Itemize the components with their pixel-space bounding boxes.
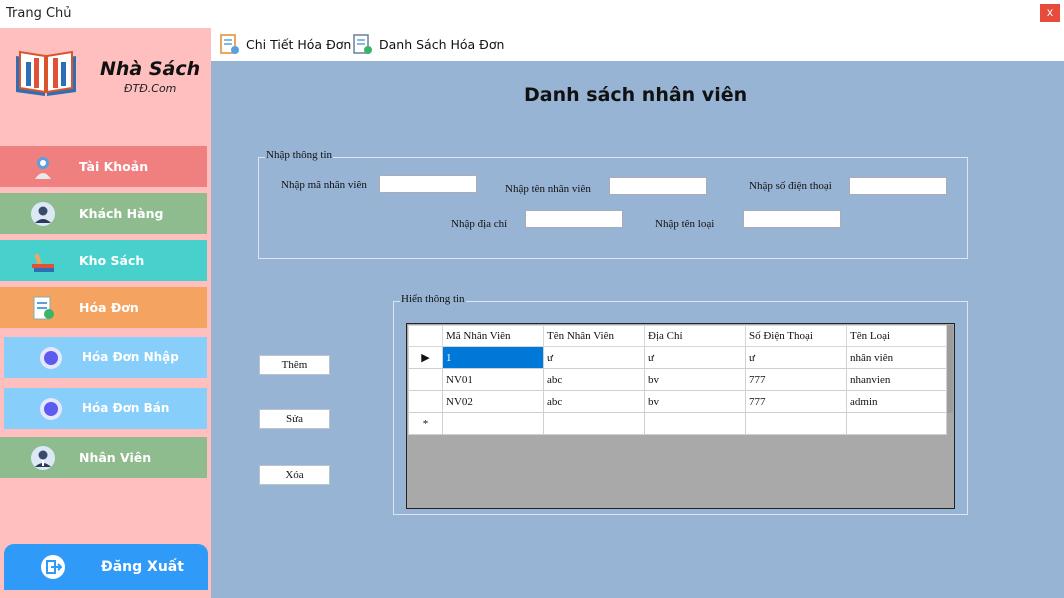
table-cell[interactable]: ư xyxy=(644,346,746,369)
employee-name-input[interactable] xyxy=(609,177,707,195)
row-header[interactable] xyxy=(408,368,443,391)
table-cell[interactable]: 777 xyxy=(745,390,847,413)
brand-name: Nhà Sách xyxy=(100,58,201,80)
table-cell[interactable]: admin xyxy=(846,390,947,413)
close-button[interactable]: x xyxy=(1040,4,1060,22)
nav-invoices[interactable]: Hóa Đơn xyxy=(0,287,207,328)
table-cell[interactable]: ư xyxy=(745,346,847,369)
nav-import-invoices[interactable]: Hóa Đơn Nhập xyxy=(4,337,207,378)
table-cell[interactable]: nhân viên xyxy=(846,346,947,369)
nav-label: Hóa Đơn xyxy=(79,300,139,315)
table-cell[interactable] xyxy=(745,412,847,435)
column-header[interactable]: Địa Chỉ xyxy=(644,325,746,347)
column-header[interactable]: Tên Nhân Viên xyxy=(543,325,645,347)
table-cell[interactable]: ư xyxy=(543,346,645,369)
employee-table[interactable]: Mã Nhân Viên Tên Nhân Viên Địa Chỉ Số Đi… xyxy=(406,323,955,509)
invoice-icon xyxy=(33,296,54,320)
table-cell[interactable]: bv xyxy=(644,390,746,413)
nav-label: Nhân Viên xyxy=(79,450,152,465)
new-row-marker[interactable]: * xyxy=(408,412,443,435)
invoice-detail-icon xyxy=(220,34,239,54)
table-cell[interactable]: 777 xyxy=(745,368,847,391)
header-row: Mã Nhân Viên Tên Nhân Viên Địa Chỉ Số Đi… xyxy=(408,325,947,347)
table-cell[interactable]: bv xyxy=(644,368,746,391)
account-icon xyxy=(35,157,51,179)
vertical-scrollbar[interactable] xyxy=(947,325,953,413)
table-row[interactable]: NV01 abc bv 777 nhanvien xyxy=(408,368,947,391)
add-button[interactable]: Thêm xyxy=(259,355,330,375)
customer-icon xyxy=(31,202,55,226)
column-header[interactable]: Số Điện Thoại xyxy=(745,325,847,347)
books-icon xyxy=(32,253,54,272)
nav-label: Khách Hàng xyxy=(79,206,164,221)
current-row-marker[interactable]: ▶ xyxy=(408,346,443,369)
nav-customers[interactable]: Khách Hàng xyxy=(0,193,207,234)
circle-icon xyxy=(40,398,62,420)
table-cell[interactable] xyxy=(543,412,645,435)
main-panel: Danh sách nhân viên Nhập thông tin Nhập … xyxy=(211,61,1064,598)
brand-subtitle: ĐTĐ.Com xyxy=(124,82,177,95)
table-cell[interactable]: NV02 xyxy=(442,390,544,413)
employee-id-label: Nhập mã nhân viên xyxy=(281,179,367,191)
window-title: Trang Chủ xyxy=(6,6,72,21)
data-grid: Mã Nhân Viên Tên Nhân Viên Địa Chỉ Số Đi… xyxy=(408,325,947,435)
table-cell[interactable]: abc xyxy=(543,368,645,391)
type-label: Nhập tên loại xyxy=(655,218,715,230)
invoice-list-icon xyxy=(353,34,372,54)
table-row[interactable]: ▶ 1 ư ư ư nhân viên xyxy=(408,346,947,369)
phone-input[interactable] xyxy=(849,177,947,195)
display-group-legend: Hiển thông tin xyxy=(400,293,466,305)
logout-icon xyxy=(41,555,65,579)
title-bar: Trang Chủ x xyxy=(0,0,1064,28)
column-header[interactable]: Mã Nhân Viên xyxy=(442,325,544,347)
nav-label: Hóa Đơn Bán xyxy=(82,401,170,415)
nav-employees[interactable]: Nhân Viên xyxy=(0,437,207,478)
table-row[interactable]: NV02 abc bv 777 admin xyxy=(408,390,947,413)
logout-button[interactable]: Đăng Xuất xyxy=(4,544,208,590)
nav-label: Tài Khoản xyxy=(79,159,149,174)
phone-label: Nhập số điện thoại xyxy=(749,180,832,192)
table-cell[interactable]: nhanvien xyxy=(846,368,947,391)
nav-book-stock[interactable]: Kho Sách xyxy=(0,240,207,281)
toolbar: Chi Tiết Hóa Đơn Danh Sách Hóa Đơn xyxy=(211,28,1064,61)
address-input[interactable] xyxy=(525,210,623,228)
corner-header xyxy=(408,325,443,347)
page-title: Danh sách nhân viên xyxy=(524,84,748,106)
table-cell[interactable] xyxy=(846,412,947,435)
column-header[interactable]: Tên Loại xyxy=(846,325,947,347)
input-groupbox: Nhập thông tin Nhập mã nhân viên Nhập tê… xyxy=(258,149,968,259)
table-cell[interactable]: abc xyxy=(543,390,645,413)
new-row[interactable]: * xyxy=(408,412,947,435)
nav-label: Kho Sách xyxy=(79,253,145,268)
table-cell[interactable]: NV01 xyxy=(442,368,544,391)
table-cell[interactable] xyxy=(644,412,746,435)
table-cell[interactable]: 1 xyxy=(442,346,544,369)
delete-button[interactable]: Xóa xyxy=(259,465,330,485)
sidebar: Nhà Sách ĐTĐ.Com Tài Khoản Khách Hàng Kh… xyxy=(0,28,211,598)
table-cell[interactable] xyxy=(442,412,544,435)
employee-icon xyxy=(31,446,55,470)
address-label: Nhập địa chỉ xyxy=(451,218,508,230)
edit-button[interactable]: Sửa xyxy=(259,409,330,429)
book-logo-icon xyxy=(16,50,76,96)
row-header[interactable] xyxy=(408,390,443,413)
input-group-legend: Nhập thông tin xyxy=(265,149,333,161)
invoice-list-label: Danh Sách Hóa Đơn xyxy=(379,37,505,52)
circle-icon xyxy=(40,347,62,369)
invoice-detail-label: Chi Tiết Hóa Đơn xyxy=(246,37,352,52)
nav-accounts[interactable]: Tài Khoản xyxy=(0,146,207,187)
employee-name-label: Nhập tên nhân viên xyxy=(505,183,591,195)
nav-sales-invoices[interactable]: Hóa Đơn Bán xyxy=(4,388,207,429)
type-input[interactable] xyxy=(743,210,841,228)
employee-id-input[interactable] xyxy=(379,175,477,193)
logout-label: Đăng Xuất xyxy=(101,559,184,575)
nav-label: Hóa Đơn Nhập xyxy=(82,350,179,364)
